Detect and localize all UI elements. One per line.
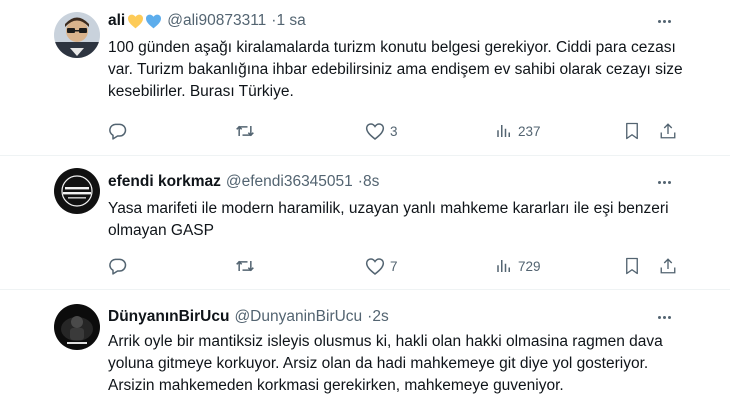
handle[interactable]: @ali90873311 xyxy=(167,11,266,31)
like-count: 7 xyxy=(390,258,398,274)
bookmark-icon xyxy=(626,122,638,140)
bookmark-button[interactable] xyxy=(623,119,641,143)
display-name[interactable]: efendi korkmaz xyxy=(108,172,221,192)
reply-icon xyxy=(109,258,127,275)
views-icon xyxy=(497,125,510,137)
action-bar: 7 729 xyxy=(104,254,684,278)
like-icon xyxy=(365,257,385,275)
more-icon[interactable] xyxy=(652,11,676,31)
tweet-header: DünyanınBirUcu @DunyaninBirUcu · 2s xyxy=(108,307,389,327)
timestamp[interactable]: 2s xyxy=(372,307,388,327)
share-icon xyxy=(660,258,676,274)
timestamp[interactable]: 1 sa xyxy=(276,11,305,31)
tweet-1[interactable]: ali @ali90873311 · 1 sa 100 günden aşağı… xyxy=(0,0,730,155)
share-button[interactable] xyxy=(659,119,677,143)
emoji-hearts xyxy=(127,14,162,29)
display-name[interactable]: ali xyxy=(108,11,125,31)
retweet-button[interactable] xyxy=(234,119,256,143)
retweet-button[interactable] xyxy=(234,254,256,278)
bookmark-icon xyxy=(626,257,638,275)
like-icon xyxy=(365,122,385,140)
action-bar: 3 237 xyxy=(104,119,684,143)
retweet-icon xyxy=(236,260,254,272)
share-icon xyxy=(660,123,676,139)
bookmark-button[interactable] xyxy=(623,254,641,278)
handle[interactable]: @DunyaninBirUcu xyxy=(234,307,362,327)
avatar[interactable] xyxy=(54,168,100,214)
more-icon[interactable] xyxy=(652,307,676,327)
handle[interactable]: @efendi36345051 xyxy=(226,172,353,192)
avatar[interactable] xyxy=(54,12,100,58)
tweet-text: 100 günden aşağı kiralamalarda turizm ko… xyxy=(108,39,683,100)
tweet-2[interactable]: efendi korkmaz @efendi36345051 · 8s Yasa… xyxy=(0,155,730,289)
avatar[interactable] xyxy=(54,304,100,350)
tweet-header: ali @ali90873311 · 1 sa xyxy=(108,11,306,31)
reply-button[interactable] xyxy=(108,254,128,278)
views-button[interactable]: 729 xyxy=(495,254,541,278)
reply-icon xyxy=(109,123,127,140)
more-icon[interactable] xyxy=(652,172,676,192)
views-icon xyxy=(497,260,510,272)
display-name[interactable]: DünyanınBirUcu xyxy=(108,307,229,327)
like-button[interactable]: 3 xyxy=(365,119,398,143)
tweet-text: Arrik oyle bir mantiksiz isleyis olusmus… xyxy=(108,333,663,394)
views-count: 237 xyxy=(518,123,541,139)
tweet-header: efendi korkmaz @efendi36345051 · 8s xyxy=(108,172,379,192)
tweet-3[interactable]: DünyanınBirUcu @DunyaninBirUcu · 2s Arri… xyxy=(0,289,730,420)
views-button[interactable]: 237 xyxy=(495,119,541,143)
blue-heart-icon xyxy=(146,14,162,28)
like-count: 3 xyxy=(390,123,398,139)
timestamp[interactable]: 8s xyxy=(363,172,379,192)
tweet-text: Yasa marifeti ile modern haramilik, uzay… xyxy=(108,200,669,239)
yellow-heart-icon xyxy=(128,14,144,28)
reply-button[interactable] xyxy=(108,119,128,143)
views-count: 729 xyxy=(518,258,541,274)
like-button[interactable]: 7 xyxy=(365,254,398,278)
share-button[interactable] xyxy=(659,254,677,278)
retweet-icon xyxy=(236,125,254,137)
